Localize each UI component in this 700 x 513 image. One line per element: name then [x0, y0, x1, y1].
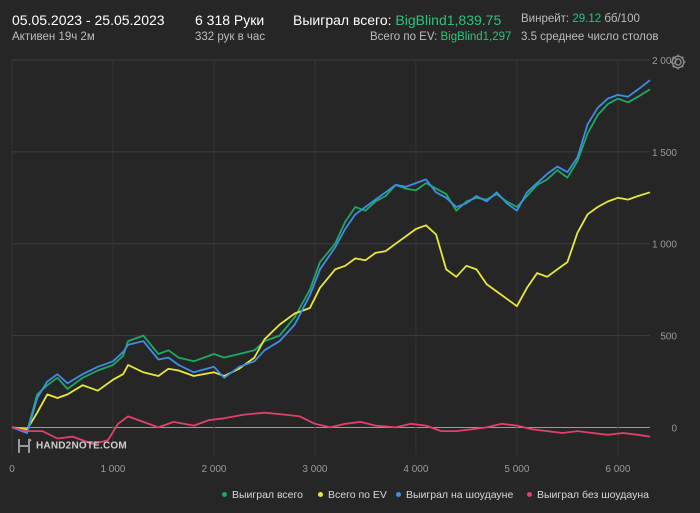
gear-icon[interactable] — [668, 52, 688, 72]
legend-dot — [396, 491, 401, 497]
legend-label: Выиграл всего — [232, 489, 303, 501]
series-line — [11, 88, 651, 432]
x-tick-label: 4 000 — [403, 464, 428, 475]
legend-dot — [222, 491, 227, 497]
x-tick-label: 6 000 — [605, 464, 630, 475]
legend-dot — [527, 491, 532, 497]
legend-label: Выиграл на шоудауне — [406, 489, 514, 501]
legend-label: Выиграл без шоудауна — [537, 489, 649, 501]
logo-text: HAND2NOTE.COM — [36, 440, 127, 452]
winnings-chart: 05001 0001 5002 0000 1 000 2 000 3 000 4 000… — [9, 56, 677, 475]
y-tick-label: 1 000 — [652, 240, 677, 251]
legend-item-ev-total[interactable]: Всего по EV — [318, 489, 387, 501]
hand2note-logo-icon — [18, 438, 32, 453]
legend-item-non-showdown[interactable]: Выиграл без шоудауна — [527, 489, 649, 501]
x-tick-label: 5 000 — [504, 464, 529, 475]
legend-item-showdown[interactable]: Выиграл на шоудауне — [396, 489, 513, 501]
legend-dot — [318, 491, 323, 497]
legend-item-won-total[interactable]: Выиграл всего — [222, 489, 303, 501]
x-tick-label: 3 000 — [302, 464, 327, 475]
legend-label: Всего по EV — [328, 489, 387, 501]
x-tick-label: 0 — [9, 464, 15, 475]
hand2note-logo: HAND2NOTE.COM — [18, 438, 127, 454]
series-line — [11, 191, 651, 431]
y-tick-label: 0 — [671, 423, 677, 434]
y-tick-label: 500 — [660, 332, 677, 343]
y-tick-label: 1 500 — [652, 148, 677, 159]
series-line — [11, 79, 651, 434]
x-tick-label: 1 000 — [100, 464, 125, 475]
x-tick-label: 2 000 — [201, 464, 226, 475]
